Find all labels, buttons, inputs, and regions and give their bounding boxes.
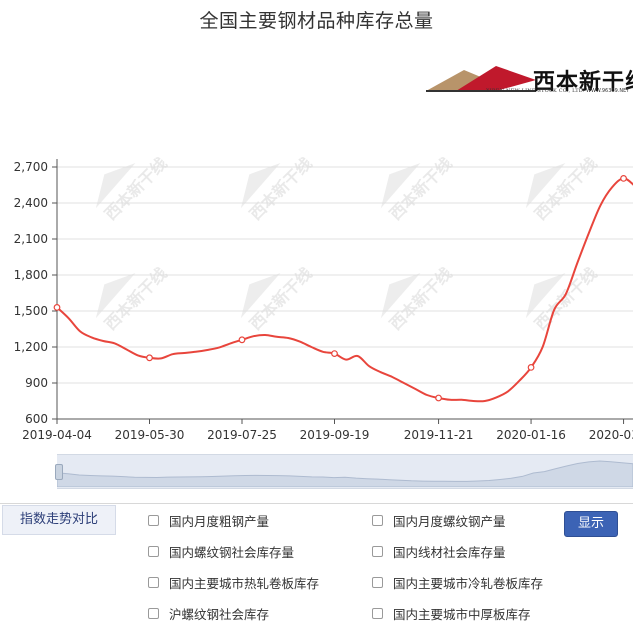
data-point xyxy=(435,394,442,402)
watermark: 西本新干线 xyxy=(240,264,316,334)
watermark: 西本新干线 xyxy=(95,264,171,334)
x-tick-label: 2019-11-21 xyxy=(404,428,474,440)
compare-option-label: 国内线材社会库存量 xyxy=(393,545,506,560)
compare-option-label: 国内主要城市热轧卷板库存 xyxy=(169,576,320,591)
compare-option-label: 国内主要城市中厚板库存 xyxy=(393,607,531,622)
compare-checkbox[interactable] xyxy=(148,546,159,557)
line-chart: 西本新干线 西本新干线 西本新干线 西本新干线西本新干线 西本新干线 西本新干线 西本新干线… xyxy=(14,154,633,440)
x-tick-label: 2020-01-16 xyxy=(496,428,566,440)
compare-checkbox[interactable] xyxy=(372,608,383,619)
data-point xyxy=(527,363,535,371)
watermark: 西本新干线 xyxy=(380,264,456,334)
x-axis: 2019-04-04 2019-05-30 2019-07-25 2019-09-19… xyxy=(22,418,633,440)
show-button[interactable]: 显示 xyxy=(564,511,618,537)
watermark: 西本新干线 xyxy=(525,264,601,334)
watermark: 西本新干线 xyxy=(380,154,456,224)
y-tick-label: 1,800 xyxy=(14,268,48,282)
y-tick-label: 2,100 xyxy=(14,232,48,246)
x-tick-label: 2019-09-19 xyxy=(300,428,370,440)
zoom-preview xyxy=(57,460,633,487)
compare-option-label: 国内月度螺纹钢产量 xyxy=(393,514,506,529)
compare-option[interactable]: 沪螺纹钢社会库存 xyxy=(148,604,269,623)
compare-checkbox[interactable] xyxy=(148,515,159,526)
compare-checkbox[interactable] xyxy=(148,608,159,619)
compare-option[interactable]: 国内月度螺纹钢产量 xyxy=(372,511,506,530)
compare-option[interactable]: 国内主要城市中厚板库存 xyxy=(372,604,531,623)
compare-checkbox[interactable] xyxy=(372,546,383,557)
data-point xyxy=(146,354,153,362)
y-tick-label: 600 xyxy=(25,412,48,426)
watermark: 西本新干线 xyxy=(240,154,316,224)
compare-checkbox[interactable] xyxy=(148,577,159,588)
chart-title: 全国主要钢材品种库存总量 xyxy=(199,10,434,32)
compare-option[interactable]: 国内主要城市冷轧卷板库存 xyxy=(372,573,543,592)
logo-url: WWW.96369.NET xyxy=(586,88,630,94)
compare-option[interactable]: 国内主要城市热轧卷板库存 xyxy=(148,573,319,592)
y-tick-label: 900 xyxy=(25,376,48,390)
x-tick-label: 2020-03-12 xyxy=(589,428,633,440)
compare-checkbox[interactable] xyxy=(372,577,383,588)
y-tick-label: 1,500 xyxy=(14,304,48,318)
compare-option-label: 国内螺纹钢社会库存量 xyxy=(169,545,295,560)
logo-subtext: XIBEN NEW LINE STOCK CO., LTD. xyxy=(486,88,585,94)
compare-option-label: 国内月度粗钢产量 xyxy=(169,514,270,529)
data-point xyxy=(53,303,61,311)
compare-option-label: 国内主要城市冷轧卷板库存 xyxy=(393,576,544,591)
y-tick-label: 2,400 xyxy=(14,196,48,210)
brand-logo: 西本新干线 XIBEN NEW LINE STOCK CO., LTD. WWW… xyxy=(426,64,633,104)
data-point xyxy=(331,350,338,358)
watermark: 西本新干线 xyxy=(95,154,171,224)
compare-option[interactable]: 国内月度粗钢产量 xyxy=(148,511,269,530)
y-tick-label: 1,200 xyxy=(14,340,48,354)
compare-option[interactable]: 国内螺纹钢社会库存量 xyxy=(148,542,294,561)
compare-checkbox[interactable] xyxy=(372,515,383,526)
x-tick-label: 2019-04-04 xyxy=(22,428,92,440)
y-axis: 600 900 1,200 1,500 1,800 2,100 2,400 2,700 xyxy=(14,159,58,426)
x-tick-label: 2019-05-30 xyxy=(115,428,185,440)
y-tick-label: 2,700 xyxy=(14,160,48,174)
zoom-slider-handle[interactable] xyxy=(55,464,63,480)
watermark-layer: 西本新干线 西本新干线 西本新干线 西本新干线西本新干线 西本新干线 西本新干线 西本新干线 xyxy=(95,154,601,334)
x-tick-label: 2019-07-25 xyxy=(207,428,277,440)
watermark: 西本新干线 xyxy=(525,154,601,224)
zoom-preview-area xyxy=(57,460,633,487)
compare-option-label: 沪螺纹钢社会库存 xyxy=(169,607,270,622)
compare-label: 指数走势对比 xyxy=(2,505,116,535)
compare-option[interactable]: 国内线材社会库存量 xyxy=(372,542,506,561)
data-point xyxy=(620,175,627,182)
data-point xyxy=(238,336,246,344)
